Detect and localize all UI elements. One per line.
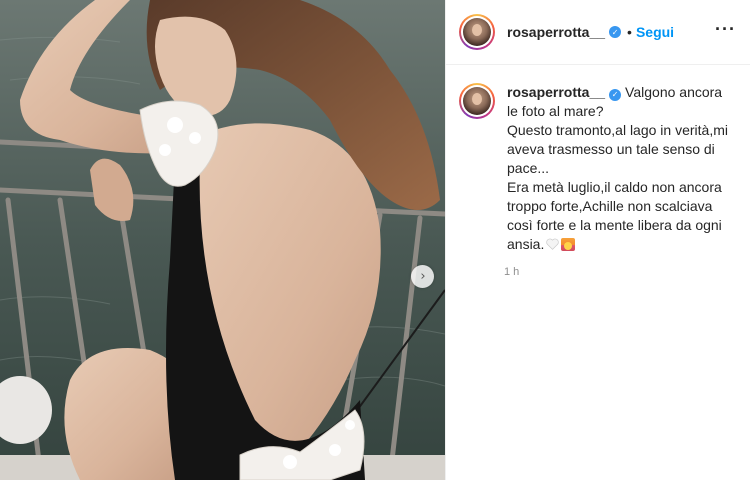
photo-scene [0,0,445,480]
next-slide-button[interactable]: › [411,265,434,288]
story-ring[interactable] [459,14,495,50]
caption: rosaperrotta__ ✓ Valgono ancora le foto al… [446,65,750,254]
post-sidebar: rosaperrotta__ ✓ • Segui ··· rosaperrott… [445,0,750,480]
caption-username[interactable]: rosaperrotta__ [507,84,605,100]
avatar [463,18,491,46]
more-options-icon[interactable]: ··· [715,20,736,38]
caption-body: rosaperrotta__ ✓ Valgono ancora le foto al… [507,83,736,254]
post-header: rosaperrotta__ ✓ • Segui ··· [446,0,750,65]
separator-dot: • [627,24,632,40]
caption-verified-badge-icon: ✓ [609,88,622,101]
post-photo[interactable]: › [0,0,445,480]
instagram-post: › rosaperrotta__ ✓ • Segui ··· rosaperro… [0,0,750,480]
white-heart-emoji [546,238,559,250]
sunset-emoji [561,238,576,251]
post-timestamp[interactable]: 1 h [504,266,750,278]
chevron-right-icon: › [420,269,426,284]
header-username[interactable]: rosaperrotta__ [507,24,605,40]
follow-button[interactable]: Segui [636,24,674,40]
caption-text: Valgono ancora le foto al mare? Questo t… [507,84,728,252]
verified-badge-icon: ✓ [609,26,622,38]
caption-avatar [463,87,491,115]
caption-avatar-ring[interactable] [459,83,495,119]
